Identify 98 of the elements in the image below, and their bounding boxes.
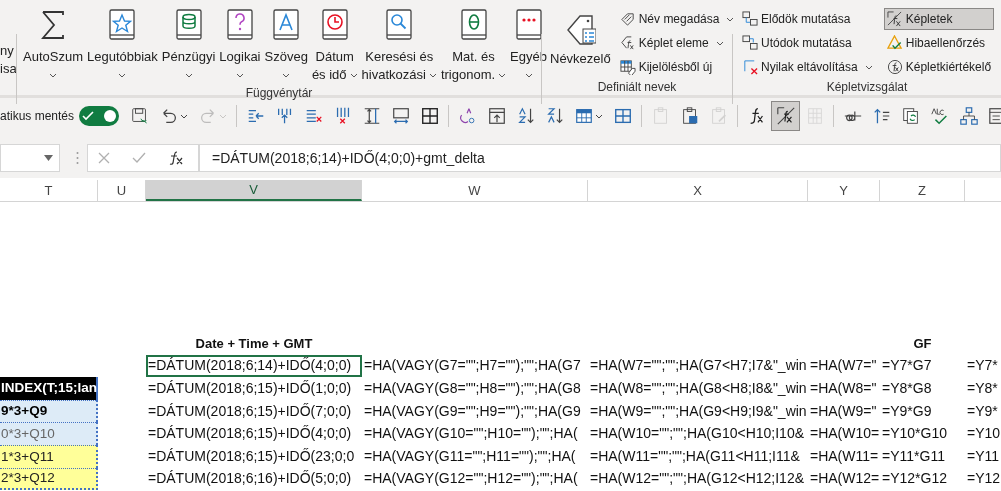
function-circle-icon — [886, 59, 903, 75]
table-cell-text: =HA(VAGY(G11="";H11="");"";HA( — [363, 446, 577, 466]
chevron-down-icon — [715, 40, 724, 46]
chevron-down-icon — [219, 113, 228, 119]
chevron-down-icon — [282, 72, 291, 78]
check-icon[interactable] — [132, 152, 146, 164]
ribbon-button[interactable]: Névkezelő — [548, 8, 613, 68]
table-cell-text: =HA(W12="";"";HA(G12<H12;I12& — [589, 469, 806, 489]
ribbon-button[interactable]: Kijelölésből új — [616, 56, 738, 78]
ribbon-button[interactable]: Utódok mutatása — [739, 32, 876, 54]
button-label[interactable]: isa — [0, 60, 16, 78]
chevron-down-icon — [49, 72, 57, 78]
ribbon-button[interactable]: Nyilak eltávolítása — [739, 56, 876, 78]
autosave-toggle[interactable] — [79, 106, 120, 126]
ribbon-button[interactable]: Képletkiértékelő — [883, 56, 995, 78]
table-cell-text: =Y9*G9 — [881, 401, 933, 421]
column-header[interactable]: V — [146, 180, 362, 201]
ribbon-button[interactable]: Hibaellenőrzés — [883, 32, 995, 54]
ribbon-button[interactable]: Pénzügyi — [159, 8, 218, 84]
ribbon-button[interactable]: Név megadása — [616, 8, 738, 30]
table-cell-text: =HA(W8=" — [809, 379, 878, 398]
chevron-down-icon — [524, 72, 533, 78]
table-cell-text: =HA(W7=" — [809, 356, 878, 376]
table-cell-text: =HA(W9=" — [809, 401, 878, 421]
tag-function-icon — [619, 35, 636, 51]
ribbon-button[interactable]: Legutóbbiak — [85, 8, 160, 84]
table-cell: 2*3+Q12 — [0, 467, 98, 491]
table-cell-text: =HA(VAGY(G12="";H12="");"";HA( — [363, 469, 579, 489]
tag-pencil-icon — [619, 11, 636, 27]
table-cell-text: =HA(VAGY(G7="";H7="");"";HA(G7 — [363, 356, 582, 376]
table-cell-text: =HA(W11= — [809, 446, 880, 466]
table-cell-text: =HA(W10= — [809, 424, 880, 444]
ribbon-button[interactable]: Keresési és hivatkozási — [359, 8, 439, 84]
cells-arrow-icon — [742, 11, 758, 27]
warning-check-icon — [886, 35, 903, 51]
table-cell-text: =Y8* — [966, 379, 999, 398]
table-cell-text: =Y10 — [966, 424, 1001, 444]
table-cell-text: =Y11*G11 — [881, 446, 946, 466]
table-cell: 0*3+Q10 — [0, 422, 98, 445]
chevron-down-icon — [428, 72, 437, 78]
button-label[interactable]: ny — [0, 42, 16, 60]
chevron-down-icon — [44, 155, 53, 161]
table-cell-text: =DÁTUM(2018;6;16)+IDŐ(5;0;0) — [147, 469, 353, 489]
table-cell-text: =HA(W7="";"";HA(G7<H7;I7&"_win — [589, 356, 808, 376]
ribbon-button[interactable]: Elődök mutatása — [739, 8, 876, 30]
check-icon — [82, 111, 95, 121]
table-cell-text: =Y8*G8 — [881, 379, 933, 398]
table-cell-text: =HA(VAGY(G8="";H8="");"";HA(G8 — [363, 379, 582, 398]
table-cell-text: =Y7* — [966, 356, 999, 376]
table-cell-text: =DÁTUM(2018;6;15)+IDŐ(4;0;0) — [147, 424, 353, 444]
chevron-down-icon — [180, 113, 189, 119]
ribbon-button[interactable]: Mat. és trigonom. — [438, 8, 509, 84]
chevron-down-icon — [184, 72, 193, 78]
ribbon-button[interactable]: Logikai — [217, 8, 263, 84]
chevron-down-icon — [118, 72, 127, 78]
table-cell-text: =Y12 — [966, 469, 1001, 489]
ribbon-button[interactable]: AutoSzum — [21, 8, 85, 84]
table-cell-text: =HA(W9="";"";HA(G9<H9;I9&"_win — [589, 401, 808, 421]
table-cell-text: =HA(VAGY(G10="";H10="");"";HA( — [363, 424, 579, 444]
formula-field[interactable]: =DÁTUM(2018;6;14)+IDŐ(4;0;0)+gmt_delta — [199, 144, 1001, 172]
function-slash-icon — [886, 11, 903, 27]
chevron-down-icon — [235, 72, 244, 78]
cells-arrow-icon — [742, 35, 758, 51]
table-cell-text: =HA(W12= — [809, 469, 880, 489]
ribbon-button[interactable]: Dátum és idő — [309, 8, 360, 84]
chevron-down-icon — [498, 72, 507, 78]
table-cell-text: =HA(W10="";"";HA(G10<H10;I10& — [589, 424, 806, 444]
group-label: Képletvizsgálat — [825, 79, 909, 96]
table-cell-text: =Y9* — [966, 401, 999, 421]
table-cell-text: =DÁTUM(2018;6;15)+IDŐ(1;0;0) — [147, 379, 353, 398]
ribbon-button[interactable]: Szöveg — [262, 8, 310, 84]
ribbon-button[interactable]: Képlet eleme — [616, 32, 738, 54]
table-cell-text: =Y12*G12 — [881, 469, 948, 489]
group-label: Definiált nevek — [596, 79, 678, 96]
chevron-down-icon — [349, 72, 358, 78]
ribbon-button[interactable]: Képletek — [883, 8, 995, 30]
table-cell-text: =HA(VAGY(G9="";H9="");"";HA(G9 — [363, 401, 582, 421]
group-label: Függvénytár — [244, 85, 314, 102]
table-cell: 9*3+Q9 — [0, 399, 98, 423]
table-cell: =DÁTUM(2018;6;14)+IDŐ(4;0;0) — [146, 354, 362, 378]
table-cell-text: =Y11 — [966, 446, 1001, 466]
function-icon[interactable] — [168, 151, 184, 165]
drag-handle-icon[interactable] — [76, 151, 79, 165]
arrows-cross-icon — [742, 59, 758, 75]
column-heading: GF — [912, 334, 933, 353]
autosave-label: atikus mentés — [0, 108, 75, 125]
table-cell-text: =DÁTUM(2018;6;15)+IDŐ(23;0;0 — [147, 446, 356, 466]
table-cell-text: =Y10*G10 — [881, 424, 948, 444]
chevron-down-icon — [864, 64, 873, 70]
table-cell: 1*3+Q11 — [0, 444, 98, 468]
chevron-down-icon — [726, 16, 735, 22]
column-heading: Date + Time + GMT — [194, 334, 314, 353]
table-cell-text: =DÁTUM(2018;6;15)+IDŐ(7;0;0) — [147, 401, 353, 421]
table-cell-text: =HA(W11="";"";HA(G11<H11;I11& — [589, 446, 801, 466]
chevron-down-icon — [595, 113, 604, 119]
table-cell-text: =Y7*G7 — [881, 356, 933, 376]
table-tag-icon — [619, 59, 636, 75]
table-cell-text: =HA(W8="";"";HA(G8<H8;I8&"_win — [589, 379, 808, 398]
